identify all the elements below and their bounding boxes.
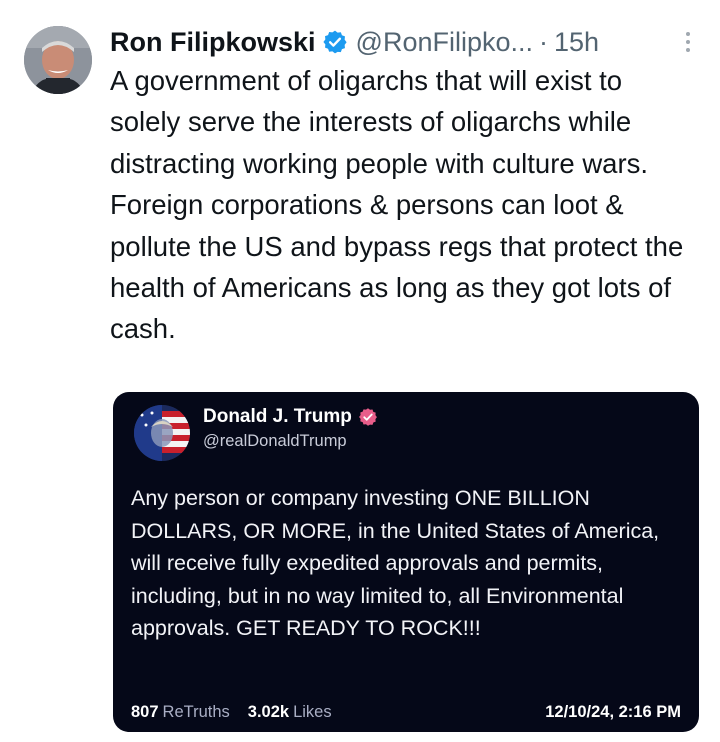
quoted-post-date[interactable]: 12/10/24, 2:16 PM bbox=[545, 703, 681, 722]
likes-count: 3.02k bbox=[247, 702, 290, 721]
quoted-author-handle[interactable]: @realDonaldTrump bbox=[203, 432, 347, 451]
post: Ron Filipkowski @RonFilipko... · 15h A g… bbox=[0, 0, 720, 742]
quoted-name-row: Donald J. Trump bbox=[203, 404, 378, 430]
retruths-stat[interactable]: 807 ReTruths bbox=[131, 703, 230, 722]
separator-dot: · bbox=[539, 27, 548, 57]
quoted-post-footer: 807 ReTruths 3.02k Likes 12/10/24, 2:16 PM bbox=[131, 700, 681, 724]
likes-label: Likes bbox=[293, 702, 332, 721]
retruths-label: ReTruths bbox=[162, 702, 230, 721]
post-header: Ron Filipkowski @RonFilipko... · 15h bbox=[110, 22, 700, 62]
likes-stat[interactable]: 3.02k Likes bbox=[248, 703, 332, 722]
verified-badge-icon bbox=[358, 408, 377, 426]
post-time[interactable]: 15h bbox=[554, 22, 599, 62]
quoted-author-name[interactable]: Donald J. Trump bbox=[203, 406, 352, 428]
author-handle[interactable]: @RonFilipko... bbox=[356, 22, 533, 62]
quoted-author-avatar-image bbox=[134, 405, 190, 461]
author-avatar[interactable] bbox=[24, 26, 92, 94]
verified-badge-icon bbox=[322, 30, 347, 54]
quoted-post-text: Any person or company investing ONE BILL… bbox=[131, 486, 660, 640]
quoted-author-avatar[interactable] bbox=[134, 405, 190, 461]
post-text: A government of oligarchs that will exis… bbox=[110, 65, 684, 345]
more-options-icon[interactable] bbox=[676, 26, 700, 58]
quoted-post-card[interactable]: Donald J. Trump @realDonaldTrump Any per… bbox=[113, 392, 699, 732]
retruths-count: 807 bbox=[131, 702, 159, 721]
author-avatar-image bbox=[24, 26, 92, 94]
author-name[interactable]: Ron Filipkowski bbox=[110, 22, 316, 62]
